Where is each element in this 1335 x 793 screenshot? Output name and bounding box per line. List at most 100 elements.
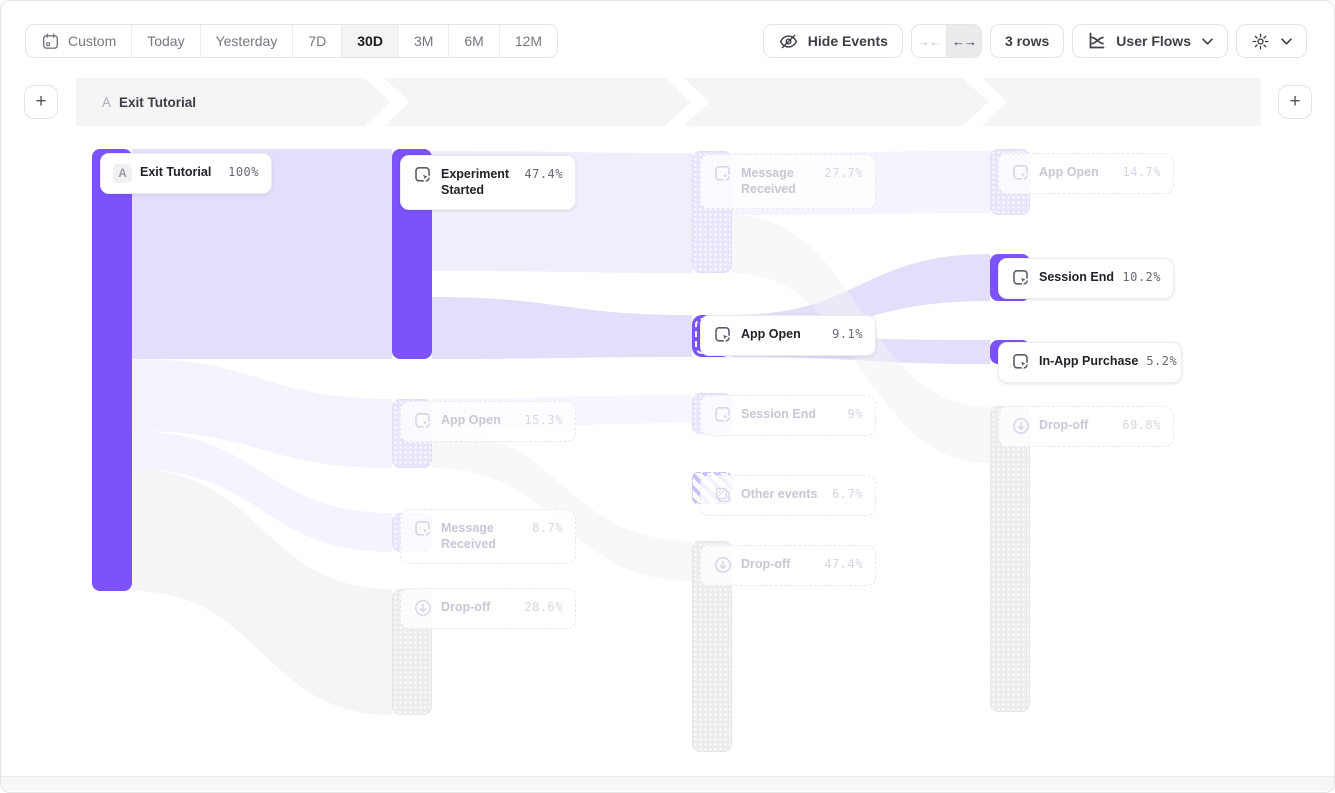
date-range-7d[interactable]: 7D	[293, 25, 342, 57]
date-range-label: 7D	[308, 33, 326, 49]
node-label: Drop-off	[741, 556, 790, 572]
date-range-6m[interactable]: 6M	[449, 25, 499, 57]
flow-node-bar-drop-off[interactable]	[990, 406, 1030, 712]
add-step-right-button[interactable]: +	[1278, 85, 1312, 119]
date-range-label: Yesterday	[216, 33, 278, 49]
expand-columns-button[interactable]: ←→	[946, 25, 981, 57]
event-icon	[713, 405, 733, 425]
flow-node-card-exit-tutorial[interactable]: AExit Tutorial100%	[100, 153, 272, 194]
rows-button[interactable]: 3 rows	[990, 24, 1064, 58]
node-percent: 5.2%	[1146, 353, 1177, 368]
flow-node-card-app-open[interactable]: App Open 15.3%	[400, 401, 576, 442]
flow-node-card-drop-off[interactable]: Drop-off 28.6%	[400, 588, 576, 629]
node-label: Drop-off	[441, 599, 490, 615]
flow-link	[132, 431, 392, 552]
flow-node-card-app-open[interactable]: App Open 9.1%	[700, 315, 876, 356]
flow-node-card-in-app-purchase[interactable]: In-App Purchase 5.2%	[998, 342, 1182, 383]
step-chevron-separators	[76, 78, 1261, 126]
node-percent: 6.7%	[832, 486, 863, 501]
date-range-30d[interactable]: 30D	[342, 25, 399, 57]
flow-node-card-message-received[interactable]: Message Received8.7%	[400, 509, 576, 564]
flow-node-card-session-end[interactable]: Session End 10.2%	[998, 258, 1174, 299]
calendar-icon	[41, 32, 60, 51]
view-selector-button[interactable]: User Flows	[1072, 24, 1228, 58]
expand-arrows-icon: ←→	[952, 34, 976, 49]
date-range-today[interactable]: Today	[132, 25, 200, 57]
node-label: App Open	[1039, 164, 1099, 180]
date-range-label: Today	[147, 33, 184, 49]
node-percent: 14.7%	[1122, 164, 1161, 179]
node-percent: 9.1%	[832, 326, 863, 341]
dropoff-icon	[413, 598, 433, 618]
date-range-label: 6M	[464, 33, 483, 49]
flow-node-card-session-end[interactable]: Session End9%	[700, 395, 876, 436]
date-range-yesterday[interactable]: Yesterday	[201, 25, 294, 57]
date-range-custom[interactable]: Custom	[26, 25, 132, 57]
collapse-arrows-icon: →←	[917, 34, 941, 49]
rows-label: 3 rows	[1005, 33, 1049, 49]
dropoff-icon	[1011, 416, 1031, 436]
node-percent: 8.7%	[532, 520, 563, 535]
collapse-columns-button[interactable]: →←	[912, 25, 946, 57]
plus-icon: +	[35, 91, 46, 113]
node-percent: 28.6%	[524, 599, 563, 614]
settings-button[interactable]	[1236, 24, 1307, 58]
flow-node-card-app-open[interactable]: App Open 14.7%	[998, 153, 1174, 194]
dropoff-icon	[713, 555, 733, 575]
panel-footer-scroll-strip[interactable]	[1, 776, 1334, 791]
date-range-3m[interactable]: 3M	[399, 25, 449, 57]
gear-icon	[1251, 32, 1270, 51]
node-label: App Open	[741, 326, 801, 342]
add-step-left-button[interactable]: +	[24, 85, 58, 119]
flow-link	[132, 359, 392, 468]
node-label: App Open	[441, 412, 501, 428]
date-range-label: 30D	[357, 33, 383, 49]
node-label: Session End	[1039, 269, 1114, 285]
node-percent: 27.7%	[824, 165, 863, 180]
event-icon	[413, 411, 433, 431]
eye-off-icon	[778, 31, 799, 52]
toolbar-right-cluster: Hide Events →← ←→ 3 rows User Flows	[763, 24, 1307, 58]
node-label: Exit Tutorial	[140, 164, 211, 180]
flow-link	[132, 469, 392, 715]
view-selector-label: User Flows	[1116, 33, 1191, 49]
event-icon	[713, 325, 733, 345]
user-flows-chart-icon	[1087, 31, 1107, 51]
flow-node-card-drop-off[interactable]: Drop-off 69.8%	[998, 406, 1174, 447]
flow-link	[432, 297, 692, 359]
toolbar: Custom Today Yesterday 7D 30D 3M 6M 12M Hide Ev…	[1, 1, 1334, 65]
collapse-expand-group: →← ←→	[911, 24, 982, 58]
plus-icon: +	[1289, 91, 1300, 113]
event-letter-badge: A	[113, 164, 132, 183]
node-label: Other events	[741, 486, 817, 502]
date-range-12m[interactable]: 12M	[500, 25, 557, 57]
event-icon	[713, 164, 733, 184]
chevron-down-icon	[1202, 38, 1213, 45]
node-label: In-App Purchase	[1039, 353, 1138, 369]
date-range-segmented-control: Custom Today Yesterday 7D 30D 3M 6M 12M	[25, 24, 558, 58]
date-range-label: 12M	[515, 33, 542, 49]
step-1-label[interactable]: A Exit Tutorial	[102, 78, 196, 126]
flow-node-card-message-received[interactable]: Message Received 27.7%	[700, 154, 876, 209]
step-name: Exit Tutorial	[119, 95, 196, 110]
date-range-label: 3M	[414, 33, 433, 49]
event-icon	[413, 519, 433, 539]
node-percent: 47.4%	[824, 556, 863, 571]
node-label: Experiment Started	[441, 166, 516, 199]
flow-node-card-other-events[interactable]: Other events 6.7%	[700, 475, 876, 516]
node-percent: 10.2%	[1122, 269, 1161, 284]
event-icon	[1011, 163, 1031, 183]
date-range-label: Custom	[68, 33, 116, 49]
node-label: Drop-off	[1039, 417, 1088, 433]
event-icon	[413, 165, 433, 185]
node-label: Message Received	[741, 165, 816, 198]
event-icon	[1011, 268, 1031, 288]
node-percent: 15.3%	[524, 412, 563, 427]
flow-node-bar-exit-tutorial[interactable]	[92, 149, 132, 591]
hide-events-label: Hide Events	[808, 33, 888, 49]
flow-node-card-experiment-started[interactable]: Experiment Started47.4%	[400, 155, 576, 210]
node-percent: 69.8%	[1122, 417, 1161, 432]
user-flows-panel: AExit Tutorial100% Experiment Started47.…	[0, 0, 1335, 793]
flow-node-card-drop-off[interactable]: Drop-off 47.4%	[700, 545, 876, 586]
hide-events-button[interactable]: Hide Events	[763, 24, 903, 58]
